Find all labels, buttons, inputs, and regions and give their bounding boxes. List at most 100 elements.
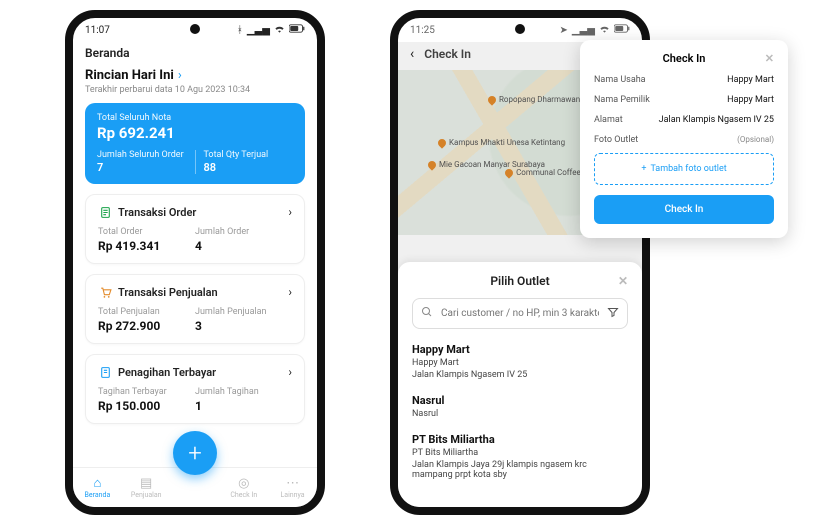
outlet-owner: Happy Mart [412,358,628,368]
battery-icon [289,24,305,36]
qty-value: 88 [204,161,294,174]
status-icons: ᚼ ▁▃▅ [237,24,305,36]
more-icon: ⋯ [286,477,299,490]
summary-card: Total Seluruh Nota Rp 692.241 Jumlah Sel… [85,103,305,184]
filter-icon[interactable] [607,306,619,321]
card-title: Penagihan Terbayar [118,366,216,379]
left-label: Total Penjualan [98,307,195,317]
popover-title: Check In [663,52,706,65]
nav-checkin[interactable]: ◎ Check In [219,477,268,499]
wifi-icon [274,24,285,36]
back-button[interactable]: ‹ [410,46,414,62]
pin-icon [486,94,497,105]
modal-title: Pilih Outlet [490,274,549,288]
pin-icon [436,137,447,148]
right-label: Jumlah Tagihan [195,387,292,397]
card-transaksi-penjualan[interactable]: Transaksi Penjualan › Total Penjualan Rp… [85,274,305,344]
section-title: Rincian Hari Ini [85,68,174,83]
chevron-right-icon: › [288,285,292,299]
row-value: Happy Mart [727,95,774,105]
receipt-icon [98,205,112,219]
left-value: Rp 419.341 [98,239,195,253]
right-value: 4 [195,239,292,253]
outlet-item[interactable]: Nasrul Nasrul [412,394,628,419]
right-label: Jumlah Order [195,227,292,237]
camera-notch [190,24,200,34]
outlet-address: Jalan Klampis Ngasem IV 25 [412,370,628,380]
fab-add[interactable]: + [173,431,217,475]
left-label: Tagihan Terbayar [98,387,195,397]
status-icons: ➤ ▁▃▅ [560,24,630,36]
search-icon [421,306,433,321]
nav-label: Beranda [85,491,111,499]
page-title: Check In [424,47,471,61]
card-title: Transaksi Penjualan [118,286,218,299]
right-value: 1 [195,399,292,413]
pin-icon [426,159,437,170]
signal-icon: ▁▃▅ [572,25,595,36]
nav-penjualan[interactable]: ▤ Penjualan [122,477,171,499]
last-update: Terakhir perbarui data 10 Agu 2023 10:34 [85,85,305,95]
wifi-icon [599,24,610,36]
row-label: Nama Pemilik [594,95,650,105]
map-poi: Ropopang Dharmawangsa [488,95,593,104]
outlet-name: Happy Mart [412,343,628,356]
left-label: Total Order [98,227,195,237]
row-label: Nama Usaha [594,75,646,85]
status-time: 11:07 [85,25,110,36]
outlet-item[interactable]: Happy Mart Happy Mart Jalan Klampis Ngas… [412,343,628,380]
chevron-right-icon: › [288,365,292,379]
phone-beranda: 11:07 ᚼ ▁▃▅ Beranda Rincian Hari Ini › T… [65,10,325,515]
outlet-address: Jalan Klampis Jaya 29j klampis ngasem kr… [412,460,628,480]
order-count-label: Jumlah Seluruh Order [97,150,187,160]
card-title: Transaksi Order [118,206,196,219]
checkin-popover: Check In ✕ Nama Usaha Happy Mart Nama Pe… [580,40,788,238]
location-icon: ◎ [238,477,249,490]
order-count-value: 7 [97,161,187,174]
left-value: Rp 272.900 [98,319,195,333]
status-time: 11:25 [410,25,435,36]
plus-icon: + [641,164,646,174]
nav-label: Lainnya [281,491,305,499]
page-header: Beranda [85,42,305,68]
qty-label: Total Qty Terjual [204,150,294,160]
chevron-right-icon: › [288,205,292,219]
right-value: 3 [195,319,292,333]
close-button[interactable]: ✕ [618,274,628,288]
nav-label: Check In [230,491,257,499]
outlet-owner: Nasrul [412,409,628,419]
total-nota-value: Rp 692.241 [97,124,293,142]
left-value: Rp 150.000 [98,399,195,413]
total-nota-label: Total Seluruh Nota [97,113,293,123]
row-label: Alamat [594,115,623,125]
search-field[interactable] [412,298,628,329]
close-button[interactable]: ✕ [765,52,774,65]
upload-label: Tambah foto outlet [650,164,726,174]
nav-lainnya[interactable]: ⋯ Lainnya [268,477,317,499]
checkin-button[interactable]: Check In [594,195,774,224]
battery-icon [614,24,630,36]
row-note: (Opsional) [737,135,774,145]
outlet-owner: PT Bits Miliartha [412,448,628,458]
camera-notch [515,24,525,34]
outlet-picker-modal: Pilih Outlet ✕ Happy Mart Happy Mart Jal… [398,262,642,507]
divider [195,150,196,174]
outlet-name: PT Bits Miliartha [412,433,628,446]
location-arrow-icon: ➤ [560,25,568,36]
outlet-item[interactable]: PT Bits Miliartha PT Bits Miliartha Jala… [412,433,628,480]
outlet-name: Nasrul [412,394,628,407]
invoice-icon [98,365,112,379]
cart-icon [98,285,112,299]
nav-beranda[interactable]: ⌂ Beranda [73,477,122,499]
row-value: Jalan Klampis Ngasem IV 25 [659,115,774,125]
pin-icon [503,167,514,178]
row-label: Foto Outlet [594,135,638,145]
home-icon: ⌂ [93,477,101,490]
card-penagihan[interactable]: Penagihan Terbayar › Tagihan Terbayar Rp… [85,354,305,424]
upload-photo-button[interactable]: + Tambah foto outlet [594,153,774,185]
card-transaksi-order[interactable]: Transaksi Order › Total Order Rp 419.341… [85,194,305,264]
nav-label: Penjualan [131,491,162,499]
search-input[interactable] [441,308,599,319]
map-poi: Kampus Mhakti Unesa Ketintang [438,138,565,147]
section-rincian[interactable]: Rincian Hari Ini › [85,68,305,83]
